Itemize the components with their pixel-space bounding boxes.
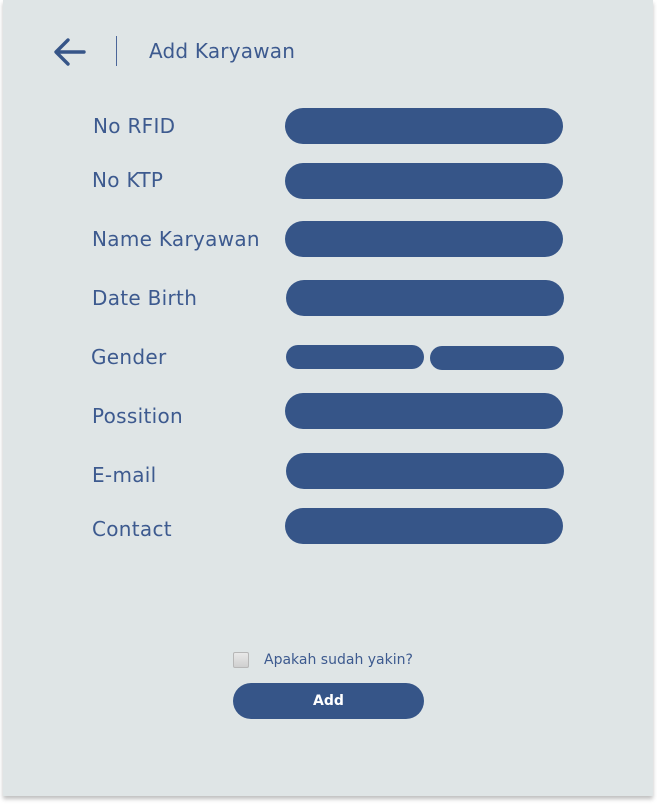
- gender-option-2[interactable]: [430, 346, 564, 370]
- contact-input[interactable]: [285, 508, 563, 544]
- label-contact: Contact: [92, 517, 172, 541]
- confirm-label: Apakah sudah yakin?: [264, 652, 413, 668]
- add-button[interactable]: Add: [233, 683, 424, 719]
- label-name-karyawan: Name Karyawan: [92, 227, 260, 251]
- label-gender: Gender: [91, 345, 167, 369]
- name-karyawan-input[interactable]: [285, 221, 563, 257]
- label-email: E-mail: [92, 463, 157, 487]
- no-rfid-input[interactable]: [285, 108, 563, 144]
- email-input[interactable]: [286, 453, 564, 489]
- arrow-left-icon[interactable]: [53, 37, 87, 67]
- no-ktp-input[interactable]: [285, 163, 563, 199]
- label-date-birth: Date Birth: [92, 286, 198, 310]
- date-birth-input[interactable]: [286, 280, 564, 316]
- label-no-rfid: No RFID: [93, 114, 176, 138]
- gender-option-1[interactable]: [286, 345, 424, 369]
- header-divider: [116, 36, 117, 66]
- form-panel: Add Karyawan No RFID No KTP Name Karyawa…: [3, 0, 653, 796]
- label-possition: Possition: [92, 404, 183, 428]
- page-title: Add Karyawan: [149, 39, 296, 63]
- possition-input[interactable]: [285, 393, 563, 429]
- label-no-ktp: No KTP: [92, 168, 164, 192]
- confirm-checkbox[interactable]: [233, 652, 249, 668]
